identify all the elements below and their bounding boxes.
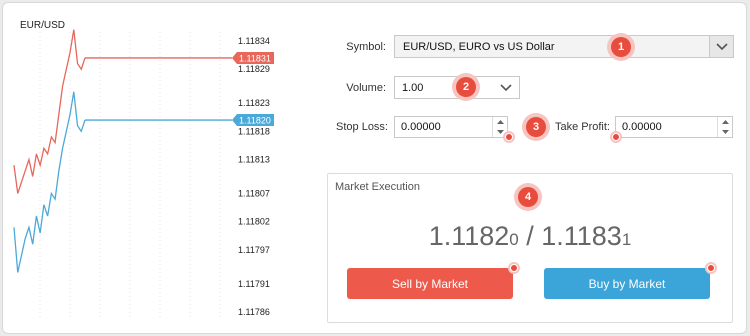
market-execution-title: Market Execution xyxy=(335,181,420,193)
stop-loss-increment[interactable] xyxy=(493,117,507,127)
stop-loss-value: 0.00000 xyxy=(401,121,441,133)
step-badge-3: 3 xyxy=(522,113,550,141)
y-tick-label: 1.11834 xyxy=(238,36,270,46)
stop-loss-hint-dot xyxy=(503,131,515,143)
volume-label: Volume: xyxy=(346,82,386,94)
step-badge-4: 4 xyxy=(514,183,542,211)
quote-display: 1.11820 / 1.11831 xyxy=(328,221,732,252)
bid-line xyxy=(13,91,86,273)
bid-price-label: 1.11820 xyxy=(239,116,271,126)
y-tick-label: 1.11807 xyxy=(238,188,270,198)
volume-value: 1.00 xyxy=(402,81,424,94)
take-profit-hint-dot xyxy=(610,131,622,143)
y-tick-label: 1.11829 xyxy=(238,64,270,74)
y-tick-label: 1.11797 xyxy=(238,245,270,255)
chevron-down-icon[interactable] xyxy=(709,36,733,57)
buy-hint-dot xyxy=(705,262,717,274)
price-chart: 1.11834 1.11829 1.11823 1.11818 1.11813 1.118… xyxy=(0,0,300,336)
bid-price-main: 1.1182 xyxy=(428,221,510,251)
symbol-label: Symbol: xyxy=(346,41,386,53)
y-tick-label: 1.11813 xyxy=(238,155,270,165)
symbol-select-value: EUR/USD, EURO vs US Dollar xyxy=(403,40,555,53)
stop-loss-label: Stop Loss: xyxy=(336,121,388,133)
step-badge-2: 2 xyxy=(452,73,480,101)
buy-by-market-button[interactable]: Buy by Market xyxy=(544,268,710,299)
tick-chart-svg: 1.11834 1.11829 1.11823 1.11818 1.11813 1.118… xyxy=(13,29,274,320)
ask-price-label: 1.11831 xyxy=(239,53,271,63)
ask-line xyxy=(13,29,86,194)
sell-hint-dot xyxy=(508,262,520,274)
ask-price-pipette: 1 xyxy=(621,230,632,249)
take-profit-decrement[interactable] xyxy=(718,127,732,137)
y-tick-label: 1.11786 xyxy=(238,307,270,317)
ask-price-main: 1.1183 xyxy=(541,221,622,251)
take-profit-increment[interactable] xyxy=(718,117,732,127)
y-tick-label: 1.11791 xyxy=(238,279,270,289)
price-separator: / xyxy=(518,221,542,251)
take-profit-value: 0.00000 xyxy=(622,121,662,133)
symbol-select[interactable]: EUR/USD, EURO vs US Dollar xyxy=(394,35,734,58)
y-tick-label: 1.11823 xyxy=(238,98,270,108)
chart-symbol-label: EUR/USD xyxy=(20,20,66,31)
step-badge-1: 1 xyxy=(607,33,635,61)
bid-price-pipette: 0 xyxy=(509,230,519,249)
y-tick-label: 1.11818 xyxy=(238,126,270,136)
chevron-down-icon[interactable] xyxy=(496,77,516,98)
take-profit-field[interactable]: 0.00000 xyxy=(615,116,733,138)
y-tick-label: 1.11802 xyxy=(238,217,270,227)
sell-by-market-button[interactable]: Sell by Market xyxy=(347,268,513,299)
stop-loss-field[interactable]: 0.00000 xyxy=(394,116,508,138)
take-profit-label: Take Profit: xyxy=(554,121,610,133)
